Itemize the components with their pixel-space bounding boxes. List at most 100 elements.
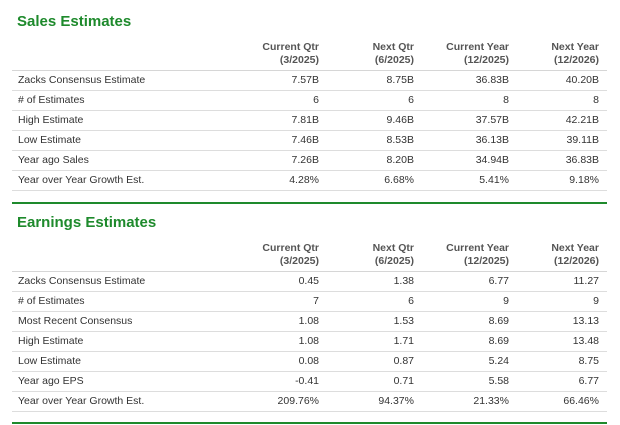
- earnings-estimates-section: Earnings Estimates Current Qtr (3/2025) N…: [0, 205, 620, 425]
- table-cell: 36.83B: [422, 70, 517, 91]
- table-row: High Estimate 1.08 1.71 8.69 13.48: [12, 331, 607, 352]
- row-label: Year ago Sales: [12, 150, 232, 171]
- table-cell: 1.08: [232, 311, 327, 332]
- section-divider: [12, 422, 607, 424]
- table-cell: 6: [232, 90, 327, 111]
- table-cell: 6.68%: [327, 170, 422, 191]
- column-header-next-qtr: Next Qtr (6/2025): [327, 240, 422, 272]
- table-cell: 1.71: [327, 331, 422, 352]
- column-header-period: (3/2025): [279, 54, 319, 66]
- table-cell: 4.28%: [232, 170, 327, 191]
- column-header-line: Next Year: [551, 41, 599, 53]
- table-cell: 7.26B: [232, 150, 327, 171]
- row-label: Year over Year Growth Est.: [12, 391, 232, 412]
- table-cell: 42.21B: [517, 110, 607, 131]
- table-row: # of Estimates 6 6 8 8: [12, 90, 607, 111]
- row-label: High Estimate: [12, 331, 232, 352]
- earnings-estimates-table: Current Qtr (3/2025) Next Qtr (6/2025) Cur…: [12, 240, 607, 412]
- table-cell: 7: [232, 291, 327, 312]
- column-header-line: Next Qtr: [372, 242, 414, 254]
- table-row: Low Estimate 0.08 0.87 5.24 8.75: [12, 351, 607, 372]
- table-cell: 13.13: [517, 311, 607, 332]
- column-header-next-year: Next Year (12/2026): [517, 39, 607, 71]
- table-cell: 6: [327, 291, 422, 312]
- table-row: Low Estimate 7.46B 8.53B 36.13B 39.11B: [12, 130, 607, 151]
- column-header-line: Next Qtr: [372, 41, 414, 53]
- table-cell: 9: [422, 291, 517, 312]
- table-cell: 0.87: [327, 351, 422, 372]
- table-cell: 6.77: [422, 271, 517, 292]
- table-cell: -0.41: [232, 371, 327, 392]
- table-row: Year ago EPS -0.41 0.71 5.58 6.77: [12, 371, 607, 392]
- table-cell: 36.13B: [422, 130, 517, 151]
- column-header-period: (12/2026): [554, 54, 599, 66]
- header-row: Current Qtr (3/2025) Next Qtr (6/2025) Cur…: [12, 39, 607, 71]
- sales-table-header: Current Qtr (3/2025) Next Qtr (6/2025) Cur…: [12, 39, 607, 71]
- table-row: Most Recent Consensus 1.08 1.53 8.69 13.…: [12, 311, 607, 332]
- sales-estimates-table: Current Qtr (3/2025) Next Qtr (6/2025) Cur…: [12, 39, 607, 191]
- column-header-current-year: Current Year (12/2025): [422, 240, 517, 272]
- table-row: Zacks Consensus Estimate 7.57B 8.75B 36.…: [12, 70, 607, 91]
- table-row: # of Estimates 7 6 9 9: [12, 291, 607, 312]
- row-label: # of Estimates: [12, 291, 232, 312]
- table-cell: 6.77: [517, 371, 607, 392]
- table-row: High Estimate 7.81B 9.46B 37.57B 42.21B: [12, 110, 607, 131]
- table-cell: 40.20B: [517, 70, 607, 91]
- table-cell: 7.46B: [232, 130, 327, 151]
- column-header-current-qtr: Current Qtr (3/2025): [232, 240, 327, 272]
- table-cell: 5.58: [422, 371, 517, 392]
- column-header-current-year: Current Year (12/2025): [422, 39, 517, 71]
- table-cell: 36.83B: [517, 150, 607, 171]
- table-cell: 5.41%: [422, 170, 517, 191]
- column-header-line: Next Year: [551, 242, 599, 254]
- column-header-current-qtr: Current Qtr (3/2025): [232, 39, 327, 71]
- column-header-line: Current Qtr: [262, 41, 319, 53]
- row-label: Year over Year Growth Est.: [12, 170, 232, 191]
- sales-estimates-section: Sales Estimates Current Qtr (3/2025) Next…: [0, 0, 620, 205]
- table-cell: 5.24: [422, 351, 517, 372]
- header-row: Current Qtr (3/2025) Next Qtr (6/2025) Cur…: [12, 240, 607, 272]
- row-label: Low Estimate: [12, 351, 232, 372]
- column-header-line: Current Qtr: [262, 242, 319, 254]
- table-cell: 0.71: [327, 371, 422, 392]
- row-label: Year ago EPS: [12, 371, 232, 392]
- table-cell: 21.33%: [422, 391, 517, 412]
- earnings-table-body: Zacks Consensus Estimate 0.45 1.38 6.77 …: [12, 271, 607, 412]
- column-header-period: (12/2025): [464, 54, 509, 66]
- table-cell: 8.69: [422, 331, 517, 352]
- table-cell: 0.08: [232, 351, 327, 372]
- table-cell: 8: [422, 90, 517, 111]
- table-cell: 8.69: [422, 311, 517, 332]
- table-cell: 34.94B: [422, 150, 517, 171]
- table-cell: 66.46%: [517, 391, 607, 412]
- table-cell: 13.48: [517, 331, 607, 352]
- earnings-estimates-title: Earnings Estimates: [17, 214, 157, 231]
- table-cell: 94.37%: [327, 391, 422, 412]
- column-header-line: Current Year: [446, 242, 509, 254]
- column-header-period: (12/2025): [464, 255, 509, 267]
- row-label: Low Estimate: [12, 130, 232, 151]
- table-cell: 8.20B: [327, 150, 422, 171]
- table-cell: 8.75B: [327, 70, 422, 91]
- table-cell: 1.53: [327, 311, 422, 332]
- header-label-cell: [12, 39, 232, 71]
- earnings-table-header: Current Qtr (3/2025) Next Qtr (6/2025) Cur…: [12, 240, 607, 272]
- table-cell: 8.53B: [327, 130, 422, 151]
- sales-table-body: Zacks Consensus Estimate 7.57B 8.75B 36.…: [12, 70, 607, 191]
- table-row: Year over Year Growth Est. 4.28% 6.68% 5…: [12, 170, 607, 191]
- table-cell: 7.57B: [232, 70, 327, 91]
- table-cell: 11.27: [517, 271, 607, 292]
- section-divider: [12, 202, 607, 204]
- column-header-period: (3/2025): [279, 255, 319, 267]
- table-cell: 9: [517, 291, 607, 312]
- table-cell: 209.76%: [232, 391, 327, 412]
- table-cell: 39.11B: [517, 130, 607, 151]
- row-label: Zacks Consensus Estimate: [12, 271, 232, 292]
- column-header-period: (6/2025): [374, 54, 414, 66]
- column-header-next-qtr: Next Qtr (6/2025): [327, 39, 422, 71]
- table-row: Year over Year Growth Est. 209.76% 94.37…: [12, 391, 607, 412]
- column-header-line: Current Year: [446, 41, 509, 53]
- table-cell: 7.81B: [232, 110, 327, 131]
- table-cell: 8: [517, 90, 607, 111]
- row-label: Zacks Consensus Estimate: [12, 70, 232, 91]
